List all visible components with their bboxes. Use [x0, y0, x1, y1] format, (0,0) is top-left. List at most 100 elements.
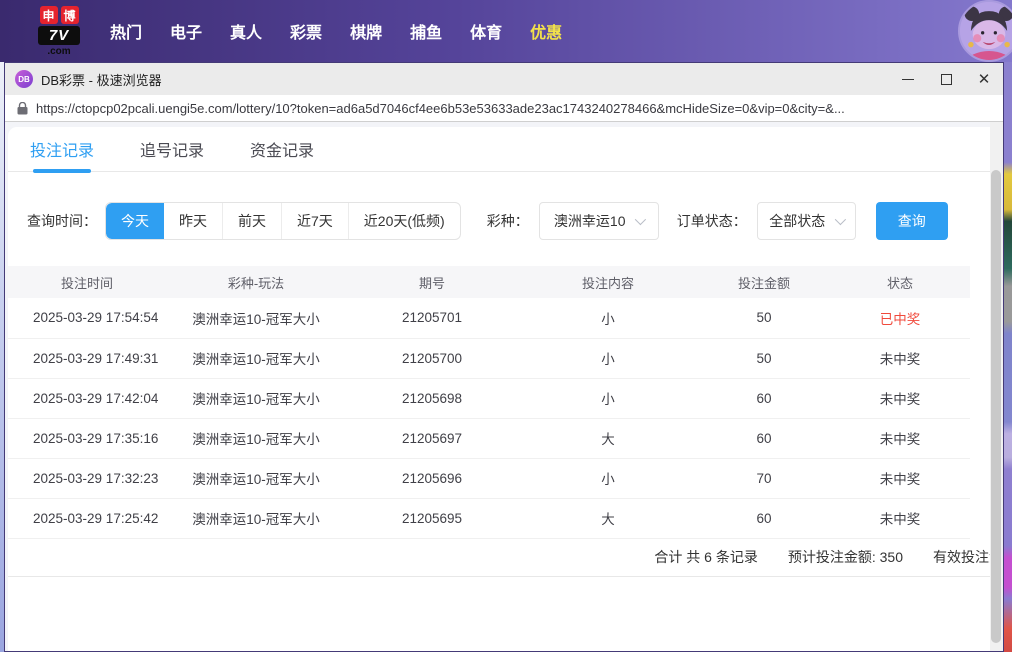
cell-game-play: 澳洲幸运10-冠军大小 — [166, 338, 346, 379]
cell-bet-time: 2025-03-29 17:49:31 — [8, 338, 166, 379]
lottery-type-select[interactable]: 澳洲幸运10 — [538, 202, 659, 240]
window-controls: ✕ — [889, 63, 1003, 95]
nav-item-live[interactable]: 真人 — [230, 19, 262, 43]
cell-game-play: 澳洲幸运10-冠军大小 — [166, 458, 346, 499]
header-bet-content: 投注内容 — [581, 275, 634, 291]
browser-favicon: DB — [15, 70, 33, 88]
background-strip-right — [1004, 62, 1012, 652]
cell-bet-content: 大 — [518, 498, 698, 539]
lock-icon — [17, 101, 28, 114]
tab-fund-records[interactable]: 资金记录 — [250, 127, 314, 171]
cell-issue: 21205701 — [346, 298, 518, 339]
summary-bar: 合计 共 6 条记录 预计投注金额: 350 有效投注金 — [8, 539, 1003, 577]
table-row: 2025-03-29 17:42:04 澳洲幸运10-冠军大小 21205698… — [8, 378, 970, 419]
status-badge: 未中奖 — [830, 498, 970, 539]
cell-issue: 21205697 — [346, 418, 518, 459]
maximize-button[interactable] — [927, 63, 965, 95]
cell-bet-time: 2025-03-29 17:42:04 — [8, 378, 166, 419]
header-issue: 期号 — [418, 275, 445, 291]
time-option-7days[interactable]: 近7天 — [281, 203, 348, 239]
cell-bet-amount: 60 — [698, 378, 830, 419]
nav-item-sports[interactable]: 体育 — [470, 19, 502, 43]
url-bar[interactable]: https://ctopcp02pcali.uengi5e.com/lotter… — [5, 95, 1003, 122]
summary-total: 合计 共 6 条记录 — [654, 549, 758, 565]
content-card: 投注记录 追号记录 资金记录 查询时间： 今天 昨天 前天 近7天 近20天(低… — [8, 127, 1003, 651]
header-bet-amount: 投注金额 — [737, 275, 790, 291]
query-button[interactable]: 查询 — [875, 202, 948, 240]
time-option-day-before[interactable]: 前天 — [222, 203, 281, 239]
order-status-label: 订单状态： — [676, 213, 747, 229]
table-row: 2025-03-29 17:25:42 澳洲幸运10-冠军大小 21205695… — [8, 498, 970, 539]
window-title-bar: DB DB彩票 - 极速浏览器 ✕ — [5, 63, 1003, 95]
cell-bet-amount: 50 — [698, 338, 830, 379]
logo-com: .com — [47, 46, 71, 57]
header-status: 状态 — [886, 275, 913, 291]
filter-bar: 查询时间： 今天 昨天 前天 近7天 近20天(低频) 彩种： 澳洲幸运10 订… — [8, 202, 1003, 240]
order-status-value: 全部状态 — [769, 213, 826, 229]
chevron-down-icon — [635, 213, 647, 226]
main-nav: 热门 电子 真人 彩票 棋牌 捕鱼 体育 优惠 — [110, 19, 562, 43]
tab-chase-records[interactable]: 追号记录 — [140, 127, 204, 171]
cell-game-play: 澳洲幸运10-冠军大小 — [166, 418, 346, 459]
header-bet-time: 投注时间 — [60, 275, 113, 291]
cell-bet-content: 小 — [518, 378, 698, 419]
cell-bet-time: 2025-03-29 17:54:54 — [8, 298, 166, 339]
scrollbar[interactable] — [990, 122, 1003, 651]
tab-bar: 投注记录 追号记录 资金记录 — [8, 127, 1003, 172]
cell-issue: 21205698 — [346, 378, 518, 419]
cell-issue: 21205695 — [346, 498, 518, 539]
cell-issue: 21205696 — [346, 458, 518, 499]
lottery-type-value: 澳洲幸运10 — [553, 213, 626, 229]
time-option-yesterday[interactable]: 昨天 — [164, 203, 222, 239]
nav-item-fishing[interactable]: 捕鱼 — [410, 19, 442, 43]
logo-squares: 申 博 — [39, 6, 79, 24]
records-table: 投注时间 彩种-玩法 期号 投注内容 投注金额 状态 2025-03-29 17… — [8, 266, 970, 539]
close-icon: ✕ — [977, 70, 991, 88]
minimize-button[interactable] — [889, 63, 927, 95]
scrollbar-thumb[interactable] — [991, 170, 1001, 643]
cell-game-play: 澳洲幸运10-冠军大小 — [166, 298, 346, 339]
close-button[interactable]: ✕ — [965, 63, 1003, 95]
cell-bet-content: 小 — [518, 458, 698, 499]
lottery-type-label: 彩种： — [486, 213, 529, 229]
cell-game-play: 澳洲幸运10-冠军大小 — [166, 498, 346, 539]
status-badge: 未中奖 — [830, 418, 970, 459]
url-text: https://ctopcp02pcali.uengi5e.com/lotter… — [36, 100, 845, 116]
nav-item-cards[interactable]: 棋牌 — [350, 19, 382, 43]
page-content: 投注记录 追号记录 资金记录 查询时间： 今天 昨天 前天 近7天 近20天(低… — [5, 122, 1003, 651]
cell-bet-amount: 60 — [698, 418, 830, 459]
time-filter-group: 今天 昨天 前天 近7天 近20天(低频) — [105, 202, 461, 240]
table-row: 2025-03-29 17:49:31 澳洲幸运10-冠军大小 21205700… — [8, 338, 970, 379]
table-row: 2025-03-29 17:54:54 澳洲幸运10-冠军大小 21205701… — [8, 298, 970, 339]
chevron-down-icon — [834, 213, 847, 226]
table-header-row: 投注时间 彩种-玩法 期号 投注内容 投注金额 状态 — [8, 266, 970, 298]
cell-bet-time: 2025-03-29 17:35:16 — [8, 418, 166, 459]
time-option-today[interactable]: 今天 — [106, 203, 164, 239]
cell-bet-amount: 60 — [698, 498, 830, 539]
user-avatar[interactable] — [958, 0, 1012, 62]
cell-bet-content: 小 — [518, 298, 698, 339]
tab-bet-records[interactable]: 投注记录 — [30, 127, 94, 171]
maximize-icon — [940, 73, 952, 85]
cell-bet-content: 小 — [518, 338, 698, 379]
status-badge: 未中奖 — [830, 378, 970, 419]
site-logo[interactable]: 申 博 7V .com — [38, 6, 80, 57]
nav-item-slots[interactable]: 电子 — [170, 19, 202, 43]
order-status-select[interactable]: 全部状态 — [756, 202, 856, 240]
logo-7v: 7V — [38, 26, 80, 45]
window-title: DB彩票 - 极速浏览器 — [41, 72, 162, 88]
avatar-illustration — [960, 2, 1012, 60]
time-option-20days[interactable]: 近20天(低频) — [347, 203, 460, 239]
summary-expected-amount: 预计投注金额: 350 — [787, 549, 903, 565]
logo-char-shen: 申 — [39, 6, 58, 24]
table-row: 2025-03-29 17:32:23 澳洲幸运10-冠军大小 21205696… — [8, 458, 970, 499]
nav-item-promo[interactable]: 优惠 — [530, 19, 562, 43]
minimize-icon — [902, 78, 914, 80]
browser-window: DB DB彩票 - 极速浏览器 ✕ https://ctopcp02pcali.… — [4, 62, 1004, 652]
nav-item-lottery[interactable]: 彩票 — [290, 19, 322, 43]
status-badge: 未中奖 — [830, 338, 970, 379]
nav-item-hot[interactable]: 热门 — [110, 19, 142, 43]
cell-game-play: 澳洲幸运10-冠军大小 — [166, 378, 346, 419]
cell-bet-content: 大 — [518, 418, 698, 459]
table-row: 2025-03-29 17:35:16 澳洲幸运10-冠军大小 21205697… — [8, 418, 970, 459]
